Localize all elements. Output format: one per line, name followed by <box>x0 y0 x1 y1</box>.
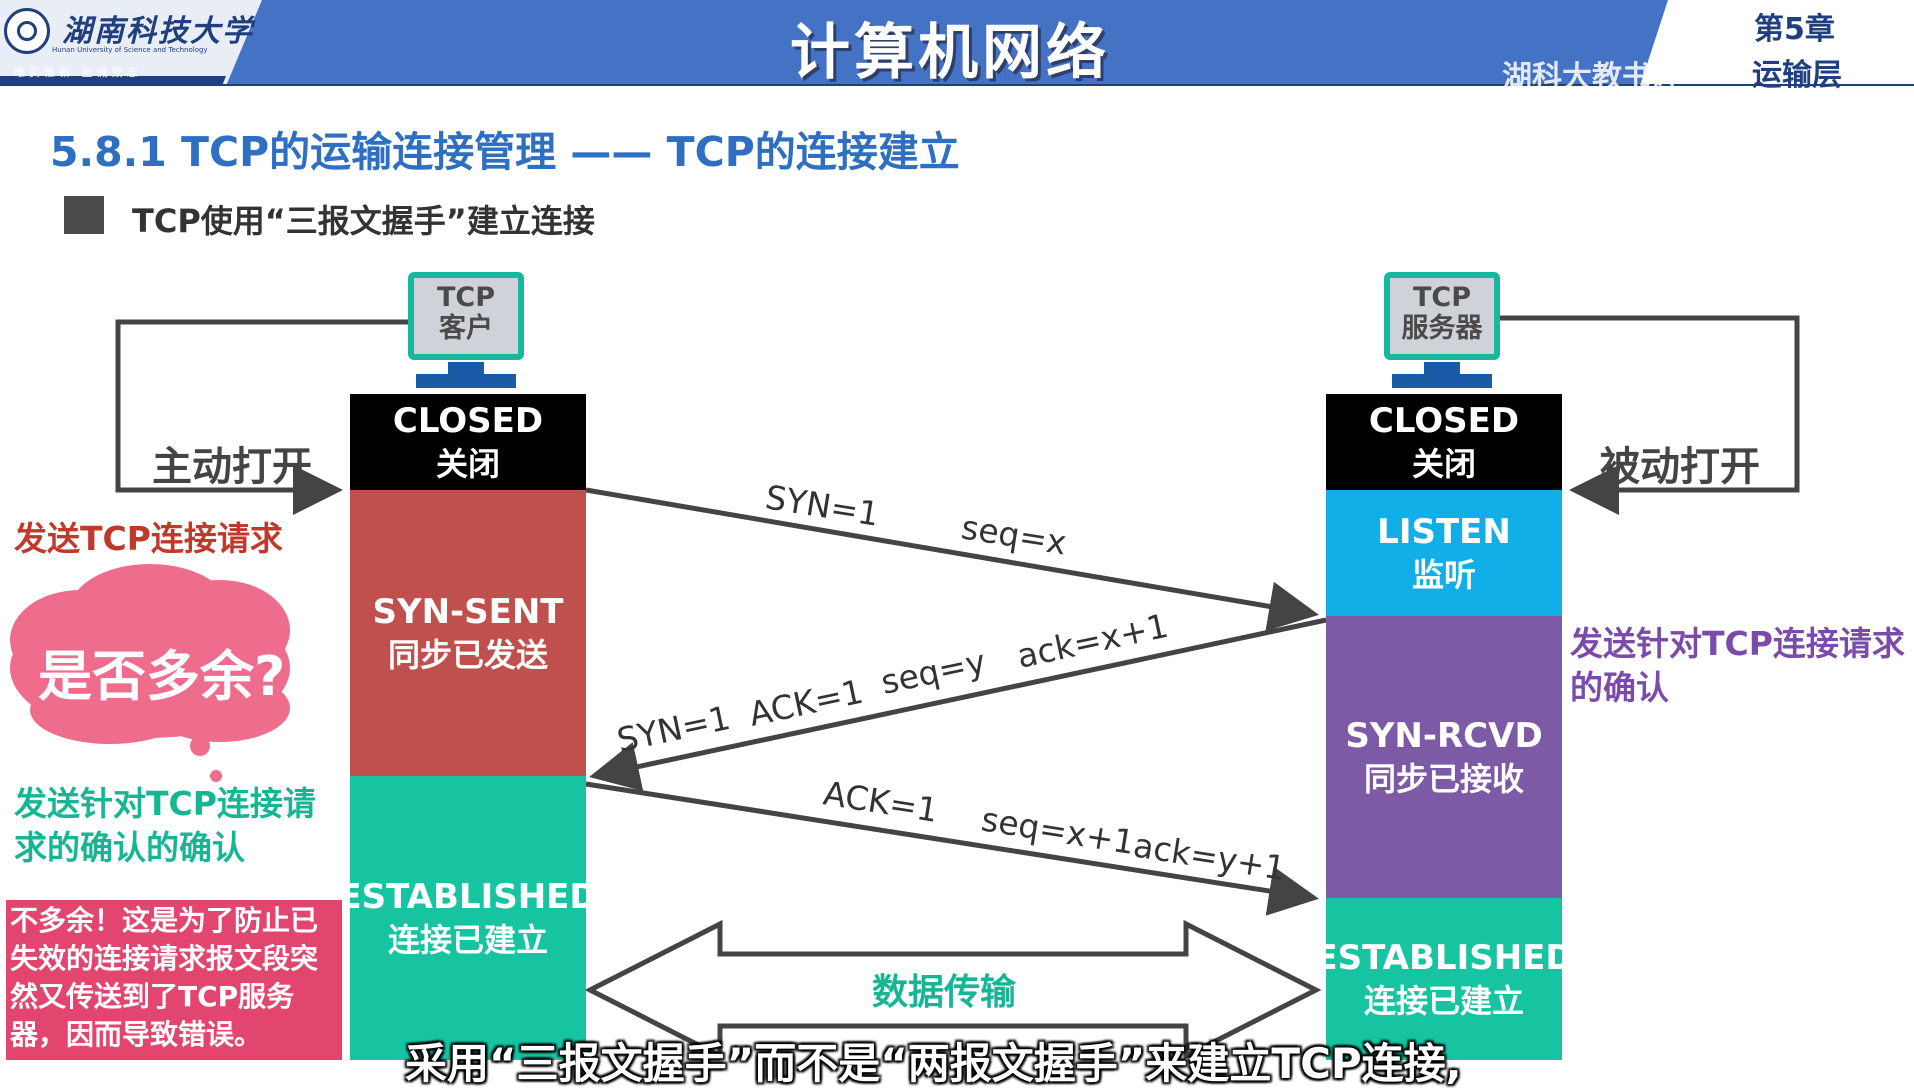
client-closed-cn: 关闭 <box>435 445 500 483</box>
server-closed-cn: 关闭 <box>1411 445 1476 483</box>
synack-ack-label: ack=x+1 <box>1014 606 1172 676</box>
active-open-label: 主动打开 <box>152 444 312 490</box>
ack-of-ack-line-1: 发送针对TCP连接请 <box>14 784 316 823</box>
client-established-cn: 连接已建立 <box>387 921 548 959</box>
client-pc-base <box>416 374 516 388</box>
ack-seq-label: seq=x+1 <box>979 799 1137 862</box>
client-closed-en: CLOSED <box>392 401 544 441</box>
server-pc-stand <box>1424 362 1460 374</box>
client-synsent-en: SYN-SENT <box>372 592 564 632</box>
client-pc-label-1: TCP <box>436 282 496 313</box>
server-listen-cn: 监听 <box>1411 556 1476 594</box>
server-state-listen: LISTEN 监听 <box>1326 490 1562 616</box>
synack-seq-label: seq=y <box>878 642 989 702</box>
server-pc-base <box>1392 374 1492 388</box>
note-line-3: 然又传送到了TCP服务 <box>10 980 295 1013</box>
syn-segment-arrow <box>585 487 1319 632</box>
note-line-4: 器，因而导致错误。 <box>10 1018 263 1051</box>
server-established-cn: 连接已建立 <box>1363 982 1524 1020</box>
send-request-label: 发送TCP连接请求 <box>14 519 283 558</box>
client-state-established: ESTABLISHED 连接已建立 <box>338 776 598 1060</box>
server-state-closed: CLOSED 关闭 <box>1326 394 1562 490</box>
cloud-question: 是否多余? <box>38 645 286 708</box>
server-pc-label-2: 服务器 <box>1401 313 1483 344</box>
ack-ack-label: ack=y+1 <box>1131 825 1289 888</box>
explanation-note: 不多余！这是为了防止已 失效的连接请求报文段突 然又传送到了TCP服务 器，因而… <box>6 900 342 1060</box>
send-ack-label: 发送针对TCP连接请求 的确认 <box>1570 622 1905 710</box>
server-pc-label-1: TCP <box>1412 282 1472 313</box>
server-synrcvd-en: SYN-RCVD <box>1345 716 1543 756</box>
ack-of-ack-line-2: 求的确认的确认 <box>14 828 245 867</box>
server-state-syn-rcvd: SYN-RCVD 同步已接收 <box>1326 616 1562 898</box>
data-transfer-label: 数据传输 <box>872 972 1017 1013</box>
client-state-closed: CLOSED 关闭 <box>350 394 586 490</box>
send-ack-line-1: 发送针对TCP连接请求 <box>1570 624 1905 663</box>
passive-open-label: 被动打开 <box>1600 444 1760 490</box>
server-closed-en: CLOSED <box>1368 401 1520 441</box>
client-synsent-cn: 同步已发送 <box>387 636 548 674</box>
client-state-syn-sent: SYN-SENT 同步已发送 <box>350 490 586 776</box>
video-subtitle: 采用“三报文握手”而不是“两报文握手”来建立TCP连接, <box>405 1039 1462 1088</box>
client-pc-stand <box>448 362 484 374</box>
client-pc-label-2: 客户 <box>439 313 493 344</box>
client-computer-icon: TCP 客户 <box>408 272 524 360</box>
synack-ack-flag-label: ACK=1 <box>746 672 867 734</box>
server-synrcvd-cn: 同步已接收 <box>1363 760 1524 798</box>
note-line-1: 不多余！这是为了防止已 <box>10 904 319 937</box>
note-line-2: 失效的连接请求报文段突 <box>10 942 319 975</box>
send-ack-line-2: 的确认 <box>1570 668 1669 707</box>
client-established-en: ESTABLISHED <box>338 877 598 917</box>
server-listen-en: LISTEN <box>1377 512 1511 552</box>
ack-of-ack-label: 发送针对TCP连接请 求的确认的确认 <box>14 782 316 870</box>
server-computer-icon: TCP 服务器 <box>1384 272 1500 360</box>
synack-segment-arrow <box>589 617 1327 792</box>
server-established-en: ESTABLISHED <box>1314 938 1574 978</box>
